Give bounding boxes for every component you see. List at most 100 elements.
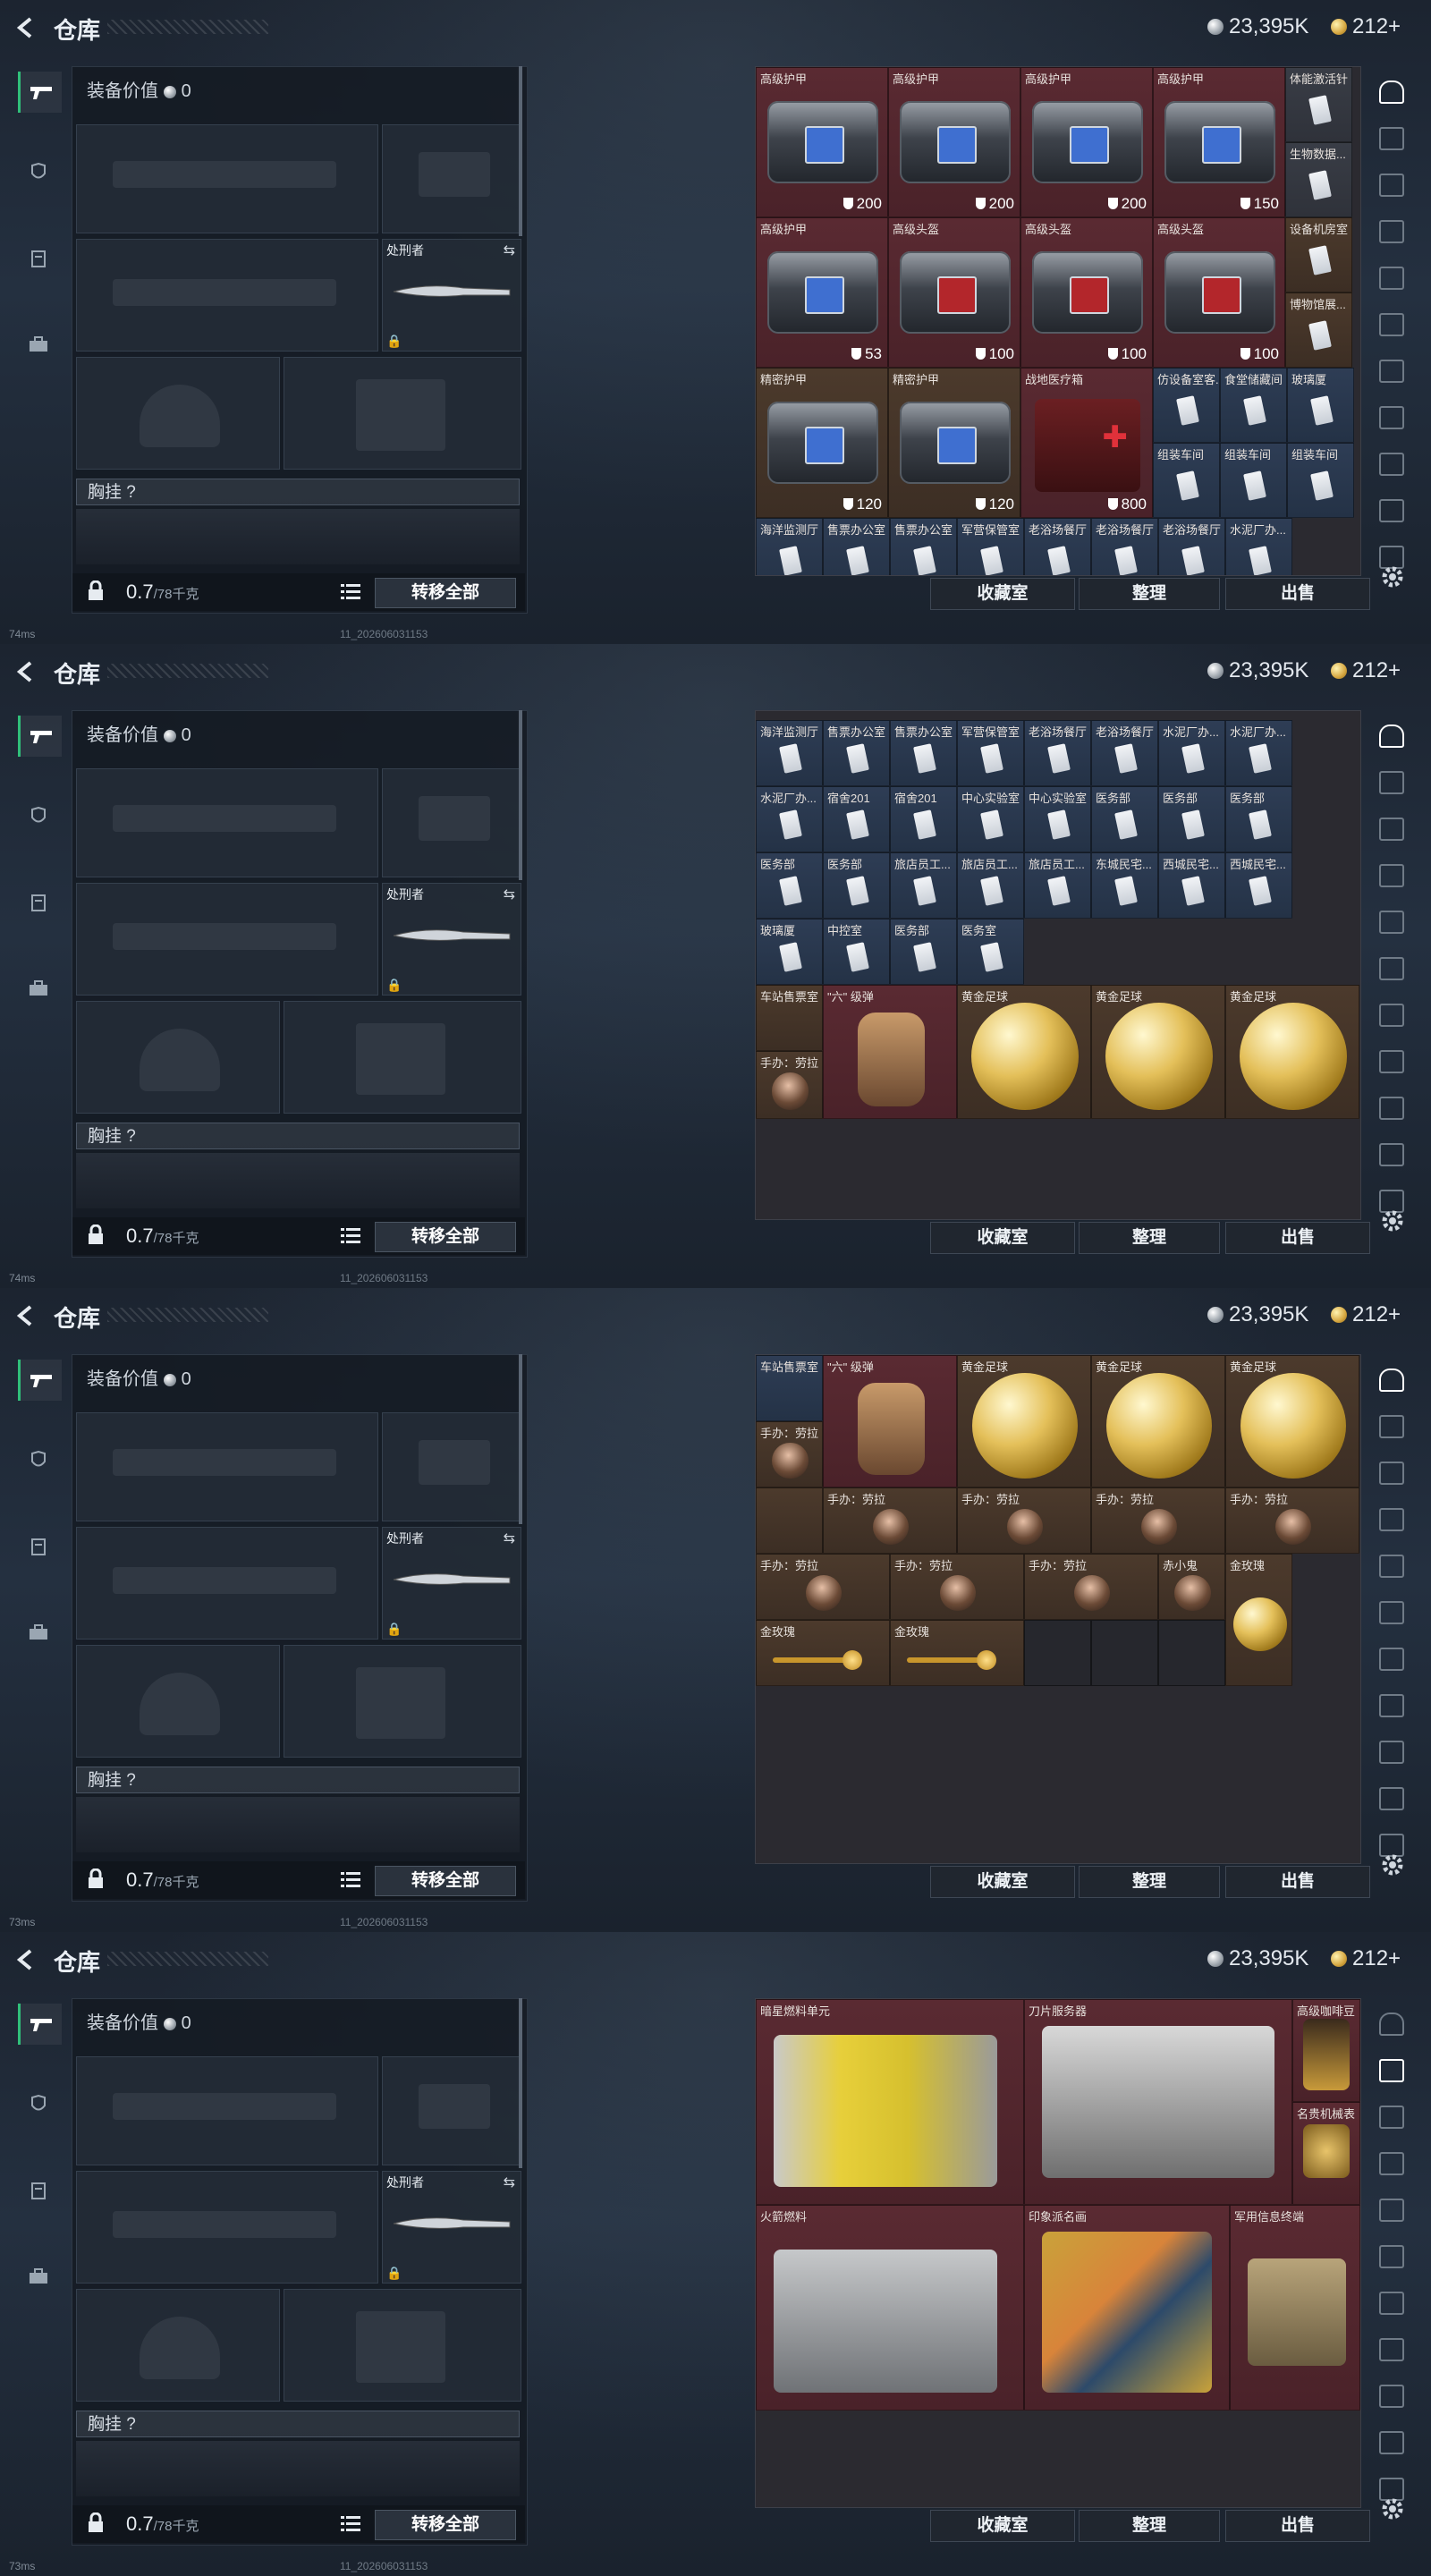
chest-rig-tab[interactable] [18,2170,59,2211]
stash-tab-5[interactable] [1372,952,1411,987]
stash-item[interactable]: 玻璃厦 [756,919,823,985]
stash-item[interactable]: 高级护甲 200 [1020,67,1153,217]
stash-item[interactable]: 金玫瑰 [890,1620,1024,1686]
stash-item[interactable]: 中心实验室 [957,786,1024,852]
stash-tab-4[interactable] [1372,2193,1411,2229]
stash-item[interactable]: 设备机房室 [1285,217,1352,292]
sell-button[interactable]: 出售 [1225,1866,1370,1898]
stash-tab-9[interactable] [1372,1782,1411,1818]
stash-item[interactable]: 医务部 [1091,786,1158,852]
stash-item[interactable]: 黄金足球 [957,1355,1091,1487]
transfer-all-button[interactable]: 转移全部 [375,578,516,608]
transfer-all-button[interactable]: 转移全部 [375,2510,516,2540]
backpack-tab[interactable] [18,2256,59,2297]
primary-weapon-slot[interactable] [76,124,378,233]
stash-tab-8[interactable] [1372,1735,1411,1771]
stash-tab-9[interactable] [1372,2426,1411,2462]
stash-tab-7[interactable] [1372,1045,1411,1080]
stash-item[interactable]: 医务部 [1225,786,1292,852]
sort-button[interactable]: 整理 [1079,578,1220,610]
stash-item[interactable]: 西城民宅... [1225,852,1292,919]
stash-item[interactable]: 高级护甲 53 [756,217,888,368]
stash-tab-6[interactable] [1372,2286,1411,2322]
stash-tab-1[interactable] [1372,122,1411,157]
stash-item[interactable]: 高级头盔 100 [888,217,1020,368]
loadout-scrollbar[interactable] [519,710,522,880]
stash-tab-3[interactable] [1372,859,1411,894]
stash-tab-4[interactable] [1372,1549,1411,1585]
chest-rig-tab[interactable] [18,238,59,279]
currency-gold[interactable]: 212+ [1331,14,1401,39]
stash-item[interactable]: 手办：劳拉 [823,1487,957,1554]
stash-item[interactable]: 手办：劳拉 [1024,1554,1158,1620]
collection-room-button[interactable]: 收藏室 [930,1222,1075,1254]
stash-item[interactable]: 手办：劳拉 [756,1421,823,1487]
stash-item[interactable]: 军营保管室 [957,518,1024,575]
chest-rig-header[interactable]: 胸挂 ? [76,2411,520,2437]
helmet-slot[interactable] [76,357,280,470]
stash-item[interactable]: 精密护甲 120 [888,368,1020,518]
stash-tab-5[interactable] [1372,2240,1411,2275]
stash-item[interactable]: 旅店员工... [1024,852,1091,919]
stash-tab-2[interactable] [1372,168,1411,204]
backpack-tab[interactable] [18,1612,59,1653]
helmet-slot[interactable] [76,1001,280,1114]
safe-box-tab[interactable] [1372,719,1411,755]
stash-item[interactable]: 手办：劳拉 [890,1554,1024,1620]
weapon-tab[interactable] [18,2004,62,2045]
stash-item[interactable]: 中控室 [823,919,890,985]
stash-item[interactable]: 黄金足球 [1091,1355,1225,1487]
pistol-slot[interactable] [382,124,521,233]
armor-tab[interactable] [18,796,59,837]
primary-weapon-slot[interactable] [76,768,378,877]
safe-box-tab[interactable] [1372,2007,1411,2043]
chest-rig-header[interactable]: 胸挂 ? [76,479,520,505]
stash-item[interactable]: 手办：劳拉 [1225,1487,1359,1554]
stash-item[interactable]: 旅店员工... [890,852,957,919]
list-icon[interactable] [341,1226,360,1244]
stash-item[interactable]: 仿设备室客... [1153,368,1220,443]
stash-tab-2[interactable] [1372,2100,1411,2136]
secondary-weapon-slot[interactable] [76,239,378,352]
stash-item[interactable]: 玻璃厦 [1287,368,1354,443]
stash-item[interactable]: 医务部 [756,852,823,919]
stash-item[interactable]: 手办：劳拉 [756,1554,890,1620]
stash-item[interactable]: 水泥厂办... [1225,518,1292,575]
stash-item[interactable]: 金玫瑰 [756,1620,890,1686]
stash-tab-9[interactable] [1372,494,1411,530]
stash-item[interactable]: 高级头盔 100 [1020,217,1153,368]
stash-item[interactable]: 战地医疗箱 800 [1020,368,1153,518]
currency-gold[interactable]: 212+ [1331,1946,1401,1971]
stash-item[interactable]: 旅店员工... [957,852,1024,919]
stash-item[interactable]: 食堂储藏间 [1220,368,1287,443]
stash-item[interactable]: 黄金足球 [957,985,1091,1119]
stash-item[interactable]: 体能激活针 [1285,67,1352,142]
chest-rig-tab[interactable] [18,1526,59,1567]
armor-tab[interactable] [18,1440,59,1481]
collection-room-button[interactable]: 收藏室 [930,2510,1075,2542]
stash-item[interactable]: 海洋监测厅 [756,720,823,786]
stash-item[interactable]: 水泥厂办... [1158,720,1225,786]
stash-item[interactable]: 组装车间 [1220,443,1287,518]
stash-item[interactable]: 宿舍201 [890,786,957,852]
swap-icon[interactable]: ⇆ [504,2174,515,2191]
chest-rig-header[interactable]: 胸挂 ? [76,1767,520,1793]
stash-item[interactable]: "六" 级弹 [823,985,957,1119]
currency-gold[interactable]: 212+ [1331,1302,1401,1327]
stash-item[interactable]: 医务部 [823,852,890,919]
stash-item[interactable]: 赤小鬼 [1158,1554,1225,1620]
stash-tab-2[interactable] [1372,1456,1411,1492]
transfer-all-button[interactable]: 转移全部 [375,1866,516,1896]
stash-item[interactable]: "六" 级弹 [823,1355,957,1487]
safe-box-tab[interactable] [1372,1363,1411,1399]
armor-tab[interactable] [18,152,59,193]
stash-item[interactable]: 组装车间 [1287,443,1354,518]
body-armor-slot[interactable] [284,1645,521,1758]
list-icon[interactable] [341,582,360,600]
stash-item[interactable]: 售票办公室 [890,518,957,575]
stash-item[interactable]: 军营保管室 [957,720,1024,786]
stash-item[interactable] [1091,1620,1158,1686]
stash-item[interactable]: 海洋监测厅 [756,518,823,575]
swap-icon[interactable]: ⇆ [504,1530,515,1547]
melee-slot[interactable]: 处刑者 ⇆ 🔒 [382,239,521,352]
